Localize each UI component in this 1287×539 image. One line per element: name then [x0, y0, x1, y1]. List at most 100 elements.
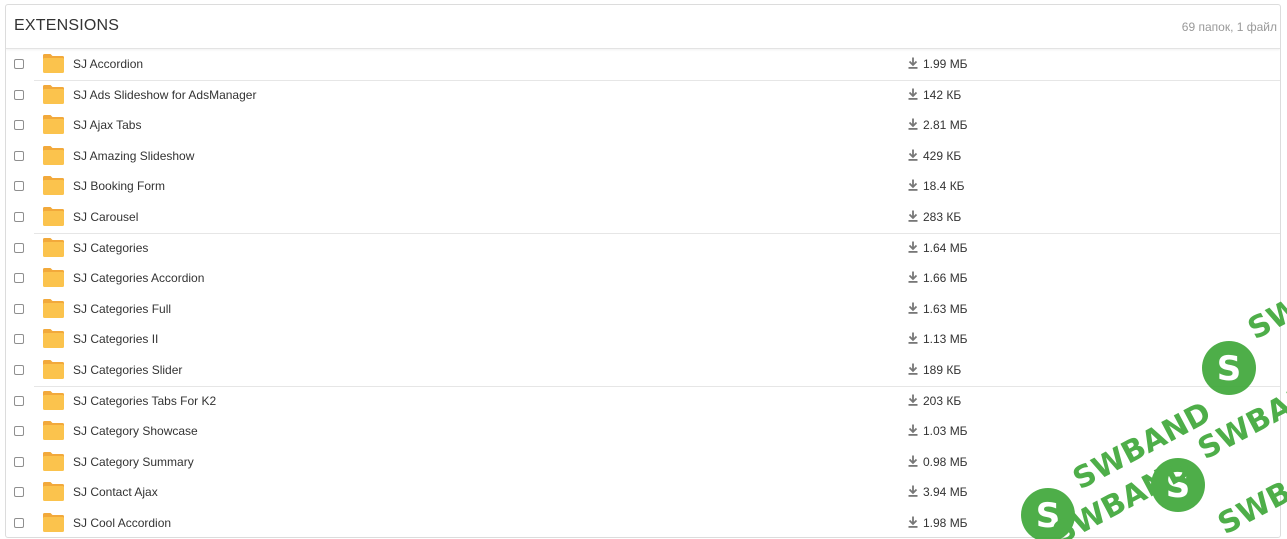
- panel-header: EXTENSIONS 69 папок, 1 файл: [6, 5, 1280, 49]
- folder-icon: [42, 512, 65, 533]
- folder-name[interactable]: SJ Accordion: [73, 57, 143, 71]
- file-browser-panel: EXTENSIONS 69 папок, 1 файл SJ Accordion…: [5, 4, 1281, 538]
- file-row[interactable]: SJ Accordion 1.99 МБ: [6, 49, 1280, 80]
- folder-size: 0.98 МБ: [923, 454, 968, 469]
- folder-icon: [42, 145, 65, 166]
- download-icon[interactable]: [908, 240, 918, 253]
- folder-name[interactable]: SJ Ads Slideshow for AdsManager: [73, 88, 256, 102]
- file-row[interactable]: SJ Carousel 283 КБ: [6, 202, 1280, 233]
- folder-icon: [42, 390, 65, 411]
- folder-name[interactable]: SJ Categories Full: [73, 302, 171, 316]
- row-checkbox[interactable]: [14, 242, 24, 253]
- file-list: SJ Accordion 1.99 МБ SJ Ads Slideshow for …: [6, 49, 1280, 537]
- file-row[interactable]: SJ Cool Accordion 1.98 МБ: [6, 508, 1280, 537]
- folder-size: 283 КБ: [923, 209, 962, 224]
- folder-icon: [42, 451, 65, 472]
- file-row[interactable]: SJ Categories II 1.13 МБ: [6, 324, 1280, 355]
- row-checkbox[interactable]: [14, 303, 24, 314]
- folder-name[interactable]: SJ Category Summary: [73, 455, 194, 469]
- download-icon[interactable]: [908, 454, 918, 467]
- folder-icon: [42, 114, 65, 135]
- row-checkbox[interactable]: [14, 59, 24, 69]
- row-checkbox[interactable]: [14, 334, 24, 345]
- row-checkbox[interactable]: [14, 181, 24, 192]
- folder-icon: [42, 175, 65, 196]
- folder-name[interactable]: SJ Categories Slider: [73, 363, 182, 377]
- download-icon[interactable]: [908, 331, 918, 345]
- folder-size: 189 КБ: [923, 362, 962, 377]
- download-icon[interactable]: [908, 178, 918, 192]
- download-icon[interactable]: [908, 148, 918, 161]
- download-icon[interactable]: [908, 423, 918, 436]
- download-icon[interactable]: [908, 87, 918, 100]
- file-row[interactable]: SJ Amazing Slideshow 429 КБ: [6, 141, 1280, 172]
- download-icon[interactable]: [908, 393, 918, 406]
- download-icon[interactable]: [908, 515, 918, 528]
- folder-icon: [42, 53, 65, 74]
- row-checkbox[interactable]: [14, 120, 24, 131]
- folder-size: 1.99 МБ: [923, 57, 968, 71]
- folder-size: 1.13 МБ: [923, 332, 968, 347]
- folder-name[interactable]: SJ Booking Form: [73, 179, 165, 193]
- folder-size: 429 КБ: [923, 148, 962, 163]
- folder-name[interactable]: SJ Ajax Tabs: [73, 118, 141, 132]
- file-row[interactable]: SJ Booking Form 18.4 КБ: [6, 171, 1280, 202]
- folder-icon: [42, 206, 65, 227]
- folder-icon: [42, 298, 65, 319]
- folder-size: 2.81 МБ: [923, 118, 968, 133]
- download-icon[interactable]: [908, 301, 918, 314]
- download-icon[interactable]: [908, 484, 918, 498]
- download-icon[interactable]: [908, 56, 918, 69]
- folder-size: 1.03 МБ: [923, 424, 968, 439]
- row-checkbox[interactable]: [14, 517, 24, 528]
- folder-icon: [42, 359, 65, 380]
- file-row[interactable]: SJ Categories Accordion 1.66 МБ: [6, 263, 1280, 294]
- file-row[interactable]: SJ Ajax Tabs 2.81 МБ: [6, 110, 1280, 141]
- folder-size: 203 КБ: [923, 393, 962, 408]
- folder-size: 18.4 КБ: [923, 179, 965, 194]
- folder-icon: [42, 481, 65, 502]
- folder-icon: [42, 328, 65, 349]
- folder-size: 1.98 МБ: [923, 515, 968, 530]
- folder-icon: [42, 237, 65, 258]
- folder-name[interactable]: SJ Categories Accordion: [73, 271, 204, 285]
- folder-size: 142 КБ: [923, 87, 962, 102]
- file-row[interactable]: SJ Category Showcase 1.03 МБ: [6, 416, 1280, 447]
- folder-title: EXTENSIONS: [14, 17, 120, 34]
- folder-name[interactable]: SJ Categories II: [73, 332, 158, 346]
- folder-size: 1.66 МБ: [923, 271, 968, 286]
- folder-size: 1.64 МБ: [923, 240, 968, 255]
- folder-summary: 69 папок, 1 файл: [1181, 20, 1277, 34]
- download-icon[interactable]: [908, 117, 918, 130]
- folder-icon: [42, 84, 65, 105]
- folder-name[interactable]: SJ Categories Tabs For K2: [73, 394, 216, 408]
- folder-size: 3.94 МБ: [923, 485, 968, 500]
- folder-icon: [42, 420, 65, 441]
- file-row[interactable]: SJ Ads Slideshow for AdsManager 142 КБ: [6, 79, 1280, 111]
- row-checkbox[interactable]: [14, 150, 24, 161]
- row-checkbox[interactable]: [14, 426, 24, 437]
- file-row[interactable]: SJ Category Summary 0.98 МБ: [6, 447, 1280, 478]
- folder-name[interactable]: SJ Amazing Slideshow: [73, 149, 194, 163]
- folder-icon: [42, 267, 65, 288]
- download-icon[interactable]: [908, 209, 918, 222]
- download-icon[interactable]: [908, 270, 918, 283]
- row-checkbox[interactable]: [14, 364, 24, 375]
- row-checkbox[interactable]: [14, 395, 24, 406]
- row-checkbox[interactable]: [14, 273, 24, 284]
- download-icon[interactable]: [908, 362, 918, 375]
- file-row[interactable]: SJ Categories 1.64 МБ: [6, 232, 1280, 264]
- folder-name[interactable]: SJ Contact Ajax: [73, 485, 158, 499]
- folder-name[interactable]: SJ Cool Accordion: [73, 516, 171, 530]
- file-row[interactable]: SJ Categories Tabs For K2 203 КБ: [6, 385, 1280, 417]
- row-checkbox[interactable]: [14, 487, 24, 498]
- row-checkbox[interactable]: [14, 456, 24, 467]
- folder-name[interactable]: SJ Carousel: [73, 210, 138, 224]
- folder-name[interactable]: SJ Category Showcase: [73, 424, 198, 438]
- folder-name[interactable]: SJ Categories: [73, 241, 148, 255]
- row-checkbox[interactable]: [14, 89, 24, 100]
- file-row[interactable]: SJ Contact Ajax 3.94 МБ: [6, 477, 1280, 508]
- file-row[interactable]: SJ Categories Full 1.63 МБ: [6, 294, 1280, 325]
- row-checkbox[interactable]: [14, 211, 24, 222]
- file-row[interactable]: SJ Categories Slider 189 КБ: [6, 355, 1280, 386]
